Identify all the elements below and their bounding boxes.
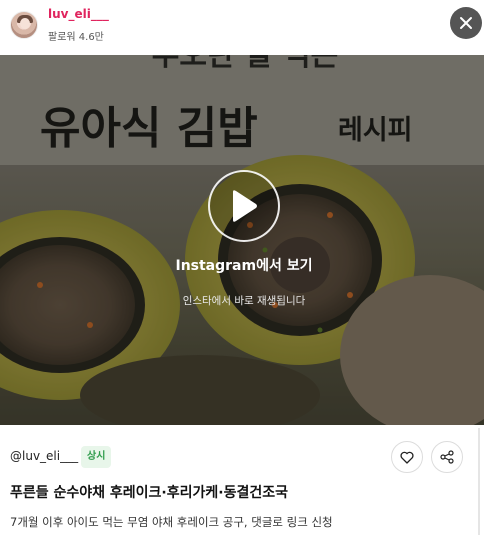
- share-button[interactable]: [431, 441, 463, 473]
- watch-subtext: 인스타에서 바로 재생됩니다: [182, 295, 306, 307]
- author-handle[interactable]: @luv_eli___: [10, 449, 78, 463]
- watch-on-instagram-label[interactable]: Instagram에서 보기: [0, 255, 484, 275]
- avatar[interactable]: [10, 11, 38, 39]
- scrollbar-track[interactable]: [478, 428, 480, 535]
- play-icon: [233, 190, 257, 222]
- close-icon: [460, 17, 472, 29]
- post-header: luv_eli___ 팔로워 4.6만: [0, 0, 484, 55]
- share-icon: [440, 450, 454, 464]
- status-badge: 상시: [81, 446, 112, 468]
- video-preview[interactable]: 두오란 잘 먹는 유아식 김밥 레시피 Instagram에서 보기 인스타에서…: [0, 55, 484, 425]
- play-button[interactable]: [208, 170, 280, 242]
- follower-count: 팔로워 4.6만: [48, 32, 104, 43]
- post-description: 7개월 이후 아이도 먹는 무염 야채 후레이크 공구, 댓글로 링크 신청: [10, 515, 333, 529]
- heart-icon: [400, 451, 414, 464]
- username[interactable]: luv_eli___: [48, 7, 109, 21]
- close-button[interactable]: [450, 7, 482, 39]
- avatar-face: [20, 18, 30, 29]
- like-button[interactable]: [391, 441, 423, 473]
- post-title[interactable]: 푸른들 순수야채 후레이크·후리가케·동결건조국: [10, 482, 288, 502]
